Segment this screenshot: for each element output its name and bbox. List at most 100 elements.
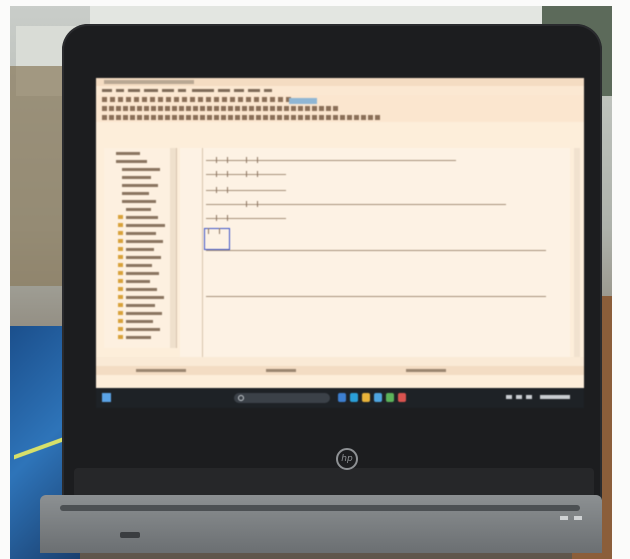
tree-item[interactable] bbox=[126, 224, 165, 227]
toolbar-button[interactable] bbox=[221, 115, 226, 120]
toolbar-button[interactable] bbox=[228, 106, 233, 111]
tree-item[interactable] bbox=[126, 336, 151, 339]
system-tray[interactable] bbox=[506, 392, 576, 404]
toolbar-button[interactable] bbox=[375, 115, 380, 120]
toolbar-button[interactable] bbox=[200, 106, 205, 111]
taskbar-app-icon[interactable] bbox=[386, 393, 394, 402]
tree-item[interactable] bbox=[126, 216, 158, 219]
toolbar-button[interactable] bbox=[130, 115, 135, 120]
toolbar-button[interactable] bbox=[214, 106, 219, 111]
ladder-contact[interactable] bbox=[208, 228, 220, 234]
toolbar-button[interactable] bbox=[333, 115, 338, 120]
toolbar-button[interactable] bbox=[214, 115, 219, 120]
toolbar-button[interactable] bbox=[262, 97, 267, 102]
toolbar-button[interactable] bbox=[312, 115, 317, 120]
toolbar-button[interactable] bbox=[126, 97, 131, 102]
tree-item[interactable] bbox=[116, 152, 140, 155]
toolbar-button[interactable] bbox=[123, 106, 128, 111]
toolbar-button[interactable] bbox=[198, 97, 203, 102]
tree-item[interactable] bbox=[122, 192, 149, 195]
toolbar-button[interactable] bbox=[144, 115, 149, 120]
ladder-contact[interactable] bbox=[216, 187, 228, 193]
menu-bar[interactable] bbox=[96, 86, 584, 95]
toolbar-button[interactable] bbox=[340, 115, 345, 120]
toolbar-button[interactable] bbox=[319, 115, 324, 120]
ladder-contact[interactable] bbox=[216, 215, 228, 221]
toolbar-button[interactable] bbox=[137, 115, 142, 120]
ladder-contact[interactable] bbox=[216, 157, 228, 163]
tree-item[interactable] bbox=[126, 208, 151, 211]
toolbar-button[interactable] bbox=[298, 115, 303, 120]
toolbar-button[interactable] bbox=[102, 97, 107, 102]
editor-scrollbar[interactable] bbox=[574, 148, 580, 358]
toolbar-button[interactable] bbox=[206, 97, 211, 102]
ladder-contact[interactable] bbox=[246, 157, 258, 163]
taskbar-app-icon[interactable] bbox=[374, 393, 382, 402]
toolbar-button[interactable] bbox=[270, 106, 275, 111]
toolbar-button[interactable] bbox=[123, 115, 128, 120]
toolbar-button[interactable] bbox=[284, 115, 289, 120]
toolbar-button[interactable] bbox=[326, 106, 331, 111]
toolbar-button[interactable] bbox=[305, 115, 310, 120]
toolbar-button[interactable] bbox=[214, 97, 219, 102]
tree-item[interactable] bbox=[126, 296, 164, 299]
toolbar-button[interactable] bbox=[249, 106, 254, 111]
toolbar-button[interactable] bbox=[242, 115, 247, 120]
toolbar-button[interactable] bbox=[165, 106, 170, 111]
tree-item[interactable] bbox=[126, 248, 154, 251]
tree-item[interactable] bbox=[116, 160, 147, 163]
toolbar-button[interactable] bbox=[249, 115, 254, 120]
taskbar-app-icon[interactable] bbox=[338, 393, 346, 402]
toolbar-button[interactable] bbox=[130, 106, 135, 111]
toolbar-button[interactable] bbox=[172, 106, 177, 111]
toolbar-button[interactable] bbox=[291, 106, 296, 111]
tree-item[interactable] bbox=[126, 232, 156, 235]
toolbar-button[interactable] bbox=[158, 115, 163, 120]
taskbar-app-icon[interactable] bbox=[362, 393, 370, 402]
tree-item[interactable] bbox=[122, 176, 151, 179]
toolbar-button[interactable] bbox=[354, 115, 359, 120]
tree-item[interactable] bbox=[126, 312, 162, 315]
toolbar-button[interactable] bbox=[142, 97, 147, 102]
toolbar-button[interactable] bbox=[179, 115, 184, 120]
toolbar-button[interactable] bbox=[207, 115, 212, 120]
toolbar-button[interactable] bbox=[110, 97, 115, 102]
toolbar-button[interactable] bbox=[179, 106, 184, 111]
toolbar-button[interactable] bbox=[221, 106, 226, 111]
toolbar-button[interactable] bbox=[172, 115, 177, 120]
tree-item[interactable] bbox=[126, 240, 163, 243]
toolbar-button[interactable] bbox=[222, 97, 227, 102]
tree-item[interactable] bbox=[126, 272, 159, 275]
tree-item[interactable] bbox=[126, 304, 155, 307]
power-button[interactable] bbox=[120, 532, 140, 538]
toolbar-button[interactable] bbox=[109, 106, 114, 111]
tree-item[interactable] bbox=[126, 320, 153, 323]
toolbar-button[interactable] bbox=[165, 115, 170, 120]
tree-item[interactable] bbox=[126, 288, 157, 291]
tree-item[interactable] bbox=[122, 200, 156, 203]
toolbar-button[interactable] bbox=[277, 115, 282, 120]
ladder-editor[interactable] bbox=[180, 148, 570, 358]
toolbar-button[interactable] bbox=[291, 115, 296, 120]
toolbar-button[interactable] bbox=[200, 115, 205, 120]
toolbar-button[interactable] bbox=[186, 115, 191, 120]
taskbar-search-input[interactable] bbox=[234, 393, 330, 403]
toolbar-button[interactable] bbox=[158, 106, 163, 111]
toolbar-button[interactable] bbox=[207, 106, 212, 111]
toolbar-button[interactable] bbox=[256, 115, 261, 120]
toolbar-button[interactable] bbox=[326, 115, 331, 120]
toolbar-button[interactable] bbox=[116, 106, 121, 111]
toolbar-button[interactable] bbox=[150, 97, 155, 102]
toolbar-button[interactable] bbox=[144, 106, 149, 111]
windows-start-icon[interactable] bbox=[102, 393, 111, 402]
toolbar-button[interactable] bbox=[186, 106, 191, 111]
toolbar-button[interactable] bbox=[278, 97, 283, 102]
toolbar-row-1[interactable] bbox=[96, 95, 584, 104]
toolbar-button[interactable] bbox=[333, 106, 338, 111]
toolbar-button[interactable] bbox=[242, 106, 247, 111]
toolbar-button[interactable] bbox=[235, 115, 240, 120]
toolbar-button[interactable] bbox=[246, 97, 251, 102]
toolbar-button[interactable] bbox=[193, 106, 198, 111]
toolbar-button[interactable] bbox=[228, 115, 233, 120]
ladder-contact[interactable] bbox=[246, 201, 258, 207]
